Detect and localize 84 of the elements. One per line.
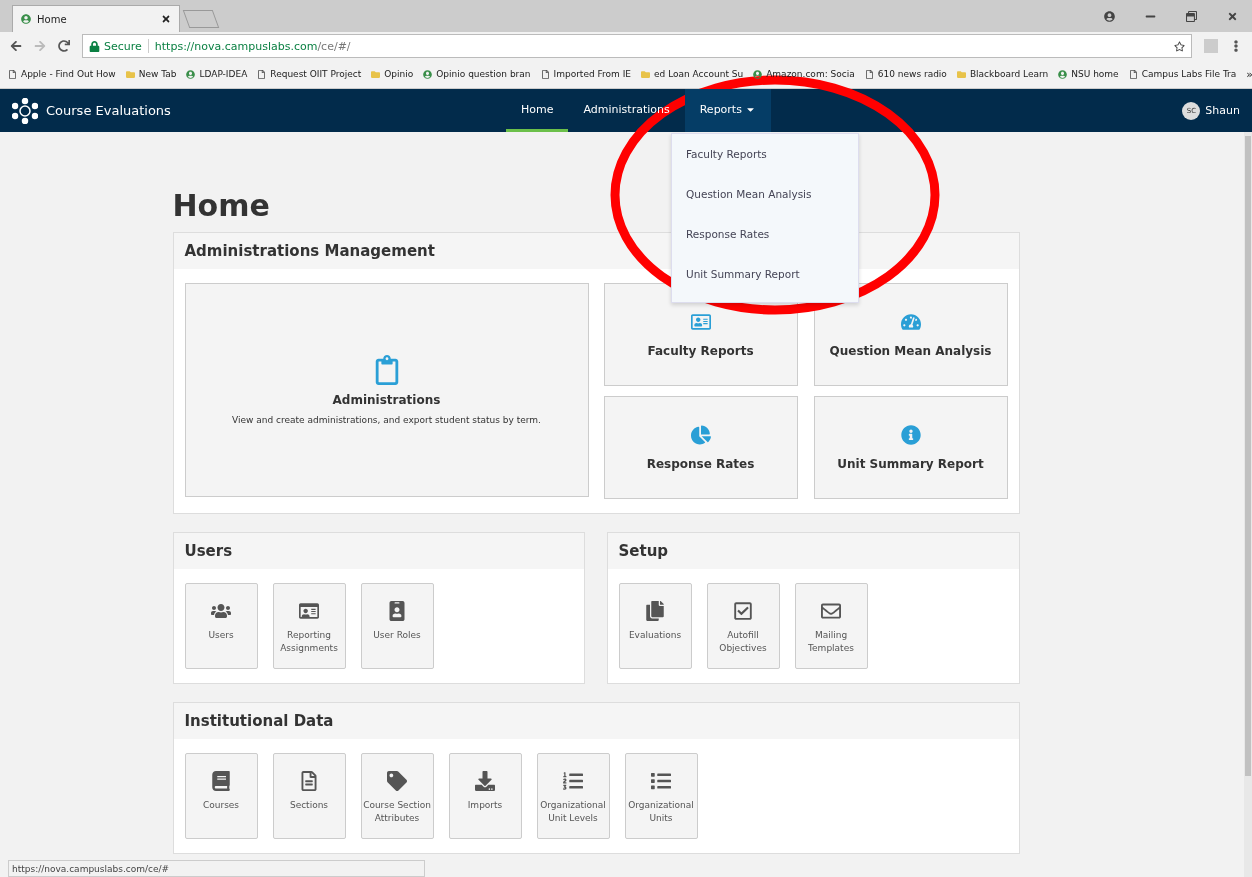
folder-icon: [641, 69, 650, 79]
tile-button[interactable]: User Roles: [360, 583, 434, 669]
checkbox-icon: [733, 601, 753, 621]
tile-button[interactable]: Course Section Attributes: [360, 753, 434, 839]
section-title: Institutional Data: [173, 703, 1019, 739]
bookmark[interactable]: Apple - Find Out How: [8, 69, 116, 79]
tile-button[interactable]: Mailing Templates: [794, 583, 868, 669]
envelope-icon: [821, 601, 841, 621]
page-icon: [540, 69, 550, 79]
id-card-icon: [299, 601, 319, 621]
restore-icon[interactable]: [1186, 11, 1197, 22]
tile-button[interactable]: Users: [184, 583, 258, 669]
logo-icon: [12, 97, 38, 124]
tile-button[interactable]: Courses: [184, 753, 258, 839]
folder-icon: [956, 69, 966, 79]
list-icon: [651, 771, 671, 791]
documents-icon: [645, 601, 665, 621]
profile-icon[interactable]: [1104, 11, 1115, 22]
bookmarks-overflow[interactable]: »: [1246, 67, 1252, 81]
bookmark[interactable]: NSU home: [1058, 69, 1119, 79]
document-icon: [299, 771, 319, 791]
numbered-list-icon: [563, 771, 583, 791]
address-bar[interactable]: Secure https://nova.campuslabs.com/ce/#/: [82, 34, 1192, 58]
tile-button[interactable]: Unit Summary Report: [813, 396, 1008, 499]
site-icon: [21, 14, 31, 24]
book-icon: [211, 771, 231, 791]
tag-icon: [387, 771, 407, 791]
secure-label: Secure: [104, 39, 142, 53]
page-icon: [864, 69, 874, 79]
badge-icon: [387, 601, 407, 621]
browser-tab[interactable]: Home: [12, 5, 180, 32]
tile-button[interactable]: Question Mean Analysis: [813, 283, 1008, 386]
page-icon: [257, 69, 267, 79]
star-icon[interactable]: [1174, 40, 1185, 52]
menu-item[interactable]: Faculty Reports: [672, 134, 858, 174]
site-icon: [186, 69, 196, 79]
info-icon: [900, 424, 921, 445]
url-text: https://nova.campuslabs.com/ce/#/: [154, 39, 351, 53]
bookmark[interactable]: Amazon.com: Socia: [753, 69, 855, 79]
bookmark[interactable]: New Tab: [125, 69, 177, 79]
site-icon: [753, 69, 763, 79]
menu-item[interactable]: Question Mean Analysis: [672, 174, 858, 214]
section-title: Setup: [607, 533, 1019, 569]
lock-icon: [89, 40, 100, 52]
bookmark[interactable]: ed Loan Account Su: [641, 69, 744, 79]
close-icon[interactable]: [1227, 11, 1238, 22]
reload-icon[interactable]: [58, 40, 70, 52]
section-title: Users: [173, 533, 584, 569]
close-icon[interactable]: [161, 14, 171, 24]
tile-button[interactable]: Imports: [448, 753, 522, 839]
tile-button[interactable]: Organizational Unit Levels: [536, 753, 610, 839]
back-icon[interactable]: [10, 40, 22, 52]
bookmark[interactable]: Imported From IE: [540, 69, 631, 79]
folder-icon: [125, 69, 135, 79]
tile-button[interactable]: Organizational Units: [624, 753, 698, 839]
folder-icon: [371, 69, 381, 79]
tile-button[interactable]: Sections: [272, 753, 346, 839]
tile-button[interactable]: Evaluations: [618, 583, 692, 669]
pie-chart-icon: [690, 424, 711, 445]
page-icon: [8, 69, 17, 79]
scrollbar-thumb[interactable]: [1245, 136, 1251, 776]
bookmark[interactable]: 610 news radio: [864, 69, 947, 79]
tile-button[interactable]: Response Rates: [603, 396, 798, 499]
status-url: https://nova.campuslabs.com/ce/#: [8, 860, 425, 877]
tile-button[interactable]: Autofill Objectives: [706, 583, 780, 669]
users-icon: [211, 601, 231, 621]
download-icon: [475, 771, 495, 791]
nav-tab[interactable]: Home: [506, 89, 569, 132]
nav-tab[interactable]: Reports: [684, 89, 771, 132]
page-icon: [1128, 69, 1138, 79]
site-icon: [423, 69, 433, 79]
site-icon: [1058, 69, 1068, 79]
bookmark[interactable]: Opinio: [371, 69, 414, 79]
bookmark[interactable]: LDAP-IDEA: [186, 69, 248, 79]
tile-button[interactable]: Reporting Assignments: [272, 583, 346, 669]
bookmark[interactable]: Opinio question bran: [423, 69, 531, 79]
administrations-tile[interactable]: Administrations View and create administrations, and export student status by term.: [184, 283, 589, 497]
page-title: Home: [172, 188, 270, 223]
id-card-icon: [690, 311, 711, 332]
bookmark[interactable]: Campus Labs File Tra: [1128, 69, 1237, 79]
app-title: Course Evaluations: [46, 103, 171, 118]
bookmark[interactable]: Blackboard Learn: [956, 69, 1049, 79]
bookmark[interactable]: Request OIIT Project: [257, 69, 362, 79]
gauge-icon: [900, 311, 921, 332]
